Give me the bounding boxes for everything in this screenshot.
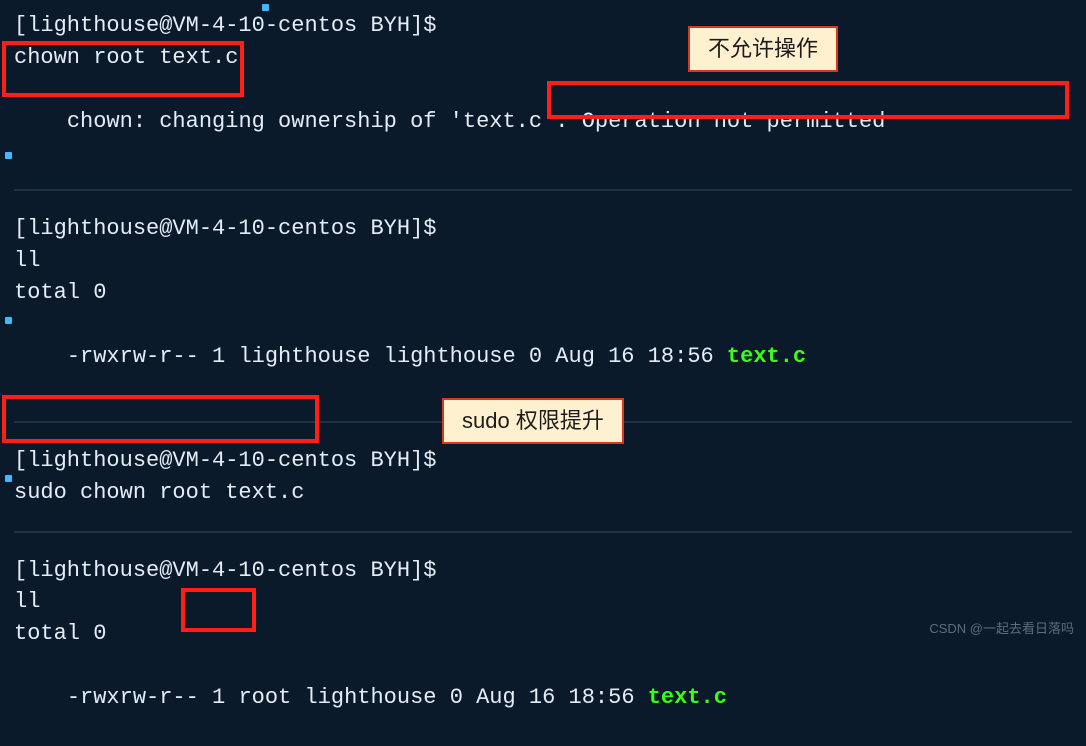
ls-filename: text.c bbox=[648, 685, 727, 710]
selection-handle-icon bbox=[5, 317, 12, 324]
selection-handle-icon bbox=[5, 152, 12, 159]
output-error: Operation not permitted bbox=[582, 109, 886, 134]
selection-handle-icon bbox=[262, 4, 269, 11]
total-line: total 0 bbox=[14, 618, 1072, 650]
ls-filename: text.c bbox=[727, 344, 806, 369]
section-divider bbox=[14, 531, 1072, 533]
terminal-block-3: [lighthouse@VM-4-10-centos BYH]$ sudo ch… bbox=[14, 445, 1072, 509]
prompt-line: [lighthouse@VM-4-10-centos BYH]$ bbox=[14, 10, 1072, 42]
command-line: ll bbox=[14, 245, 1072, 277]
output-prefix: chown: changing ownership of 'text.c': bbox=[67, 109, 582, 134]
annotation-label-sudo: sudo 权限提升 bbox=[442, 398, 624, 444]
output-line: chown: changing ownership of 'text.c': O… bbox=[14, 74, 1072, 170]
ls-line: -rwxrw-r-- 1 root lighthouse 0 Aug 16 18… bbox=[14, 650, 1072, 746]
ls-col-a: -rwxrw-r-- 1 bbox=[67, 685, 239, 710]
annotation-label-not-permitted: 不允许操作 bbox=[688, 26, 838, 72]
command-line: ll bbox=[14, 586, 1072, 618]
selection-handle-icon bbox=[5, 475, 12, 482]
terminal-block-1: [lighthouse@VM-4-10-centos BYH]$ chown r… bbox=[14, 10, 1072, 169]
ls-line: -rwxrw-r-- 1 lighthouse lighthouse 0 Aug… bbox=[14, 309, 1072, 405]
terminal-block-2: [lighthouse@VM-4-10-centos BYH]$ ll tota… bbox=[14, 213, 1072, 404]
prompt-line: [lighthouse@VM-4-10-centos BYH]$ bbox=[14, 213, 1072, 245]
prompt-line: [lighthouse@VM-4-10-centos BYH]$ bbox=[14, 445, 1072, 477]
command-line: chown root text.c bbox=[14, 42, 1072, 74]
watermark-text: CSDN @一起去看日落吗 bbox=[929, 620, 1074, 639]
ls-col-b: lighthouse 0 Aug 16 18:56 bbox=[291, 685, 647, 710]
total-line: total 0 bbox=[14, 277, 1072, 309]
section-divider bbox=[14, 189, 1072, 191]
prompt-line: [lighthouse@VM-4-10-centos BYH]$ bbox=[14, 555, 1072, 587]
ls-owner: root bbox=[238, 685, 291, 710]
ls-prefix: -rwxrw-r-- 1 lighthouse lighthouse 0 Aug… bbox=[67, 344, 727, 369]
terminal-block-4: [lighthouse@VM-4-10-centos BYH]$ ll tota… bbox=[14, 555, 1072, 746]
command-line: sudo chown root text.c bbox=[14, 477, 1072, 509]
